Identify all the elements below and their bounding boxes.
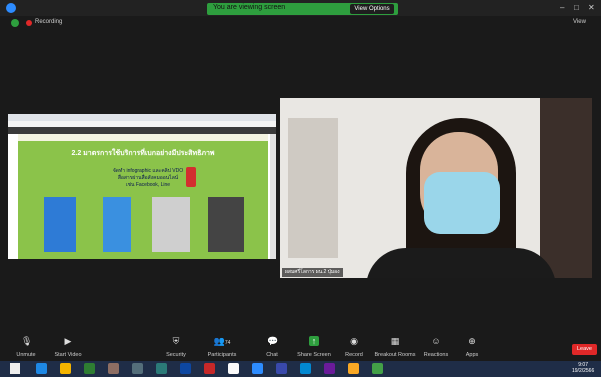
reactions-icon: ☺ (431, 336, 441, 346)
apps-label: Apps (465, 352, 479, 358)
chat-icon: 💬 (267, 336, 279, 346)
participants-icon: 👥74 (213, 336, 231, 346)
status-row: Recording View (0, 16, 601, 30)
share-banner-text: You are viewing screen (213, 4, 286, 11)
share-screen-label: Share Screen (297, 352, 331, 358)
shared-screen[interactable]: 2.2 มาตรการใช้บริการที่เบกอย่างมีประสิทธ… (8, 114, 276, 259)
recording-label: Recording (35, 19, 63, 25)
meeting-toolbar: 🎙 Unmute ▶ Start Video ⛨ Security 👥74 Pa… (0, 334, 601, 361)
slide-image (103, 197, 131, 252)
app-icon[interactable] (276, 363, 287, 374)
edge-icon[interactable] (36, 363, 47, 374)
participant-video[interactable]: ผสมศรี่โลการ ผน.2 ปุ่มอง (280, 98, 592, 278)
chat-button[interactable]: 💬 Chat (250, 336, 294, 358)
unmute-label: Unmute (16, 352, 36, 358)
minimize-icon[interactable]: – (560, 3, 564, 12)
share-banner: You are viewing screen View Options (207, 3, 398, 15)
slide-image (44, 197, 76, 252)
title-bar: You are viewing screen View Options – □ … (0, 0, 601, 16)
windows-taskbar: 9:07 19/2/2566 (0, 361, 601, 377)
background-door (288, 118, 338, 258)
app-icon[interactable] (300, 363, 311, 374)
close-icon[interactable]: ✕ (588, 3, 595, 12)
participants-count: 74 (224, 340, 231, 346)
record-label: Record (345, 352, 363, 358)
record-icon: ◉ (350, 336, 358, 346)
pdf-scrollbar[interactable] (270, 134, 276, 259)
pdf-toolbar (8, 127, 276, 134)
apps-icon: ⊕ (468, 336, 476, 346)
breakout-rooms-label: Breakout Rooms (374, 352, 416, 358)
app-icon[interactable] (324, 363, 335, 374)
record-button[interactable]: ◉ Record (332, 336, 376, 358)
view-options-button[interactable]: View Options (350, 4, 394, 14)
share-screen-button[interactable]: ↑ Share Screen (292, 336, 336, 358)
participants-label: Participants (207, 352, 237, 358)
presentation-slide: 2.2 มาตรการใช้บริการที่เบกอย่างมีประสิทธ… (18, 134, 268, 259)
app-icon[interactable] (156, 363, 167, 374)
video-off-icon: ▶ (64, 336, 72, 346)
recording-icon (26, 20, 32, 26)
start-video-label: Start Video (54, 352, 82, 358)
app-icon[interactable] (132, 363, 143, 374)
explorer-icon[interactable] (108, 363, 119, 374)
view-button[interactable]: View (573, 19, 586, 25)
photoshop-icon[interactable] (180, 363, 191, 374)
excel-icon[interactable] (84, 363, 95, 374)
chat-label: Chat (266, 352, 278, 358)
share-screen-icon: ↑ (309, 336, 319, 346)
line-icon[interactable] (372, 363, 383, 374)
shield-icon: ⛨ (172, 336, 180, 346)
windows-start-icon[interactable] (10, 363, 20, 374)
apps-button[interactable]: ⊕ Apps (450, 336, 494, 358)
leave-button[interactable]: Leave (572, 344, 597, 355)
breakout-rooms-button[interactable]: ▦ Breakout Rooms (373, 336, 417, 358)
breakout-rooms-icon: ▦ (390, 336, 400, 346)
microphone-muted-icon: 🎙 (21, 336, 33, 346)
start-video-button[interactable]: ▶ Start Video (46, 336, 90, 358)
zoom-logo-icon (6, 3, 16, 13)
acrobat-icon[interactable] (204, 363, 215, 374)
zoom-icon[interactable] (252, 363, 263, 374)
participant-name-tag: ผสมศรี่โลการ ผน.2 ปุ่มอง (282, 268, 343, 277)
clock-date: 19/2/2566 (572, 368, 595, 374)
shield-icon[interactable] (11, 19, 19, 27)
unmute-button[interactable]: 🎙 Unmute (4, 336, 48, 358)
slide-image (208, 197, 244, 252)
security-label: Security (166, 352, 186, 358)
participant-body (366, 248, 556, 278)
security-button[interactable]: ⛨ Security (154, 336, 198, 358)
face-mask (424, 172, 500, 234)
bottle-image (186, 167, 196, 187)
browser-tab-strip (8, 114, 276, 121)
maximize-icon[interactable]: □ (574, 3, 579, 12)
chrome-icon[interactable] (60, 363, 71, 374)
app-icon[interactable] (228, 363, 239, 374)
participants-button[interactable]: 👥74 Participants (200, 336, 244, 358)
taskbar-clock[interactable]: 9:07 19/2/2566 (572, 362, 594, 374)
slide-title: 2.2 มาตรการใช้บริการที่เบกอย่างมีประสิทธ… (71, 150, 215, 157)
background-wall (540, 98, 592, 278)
slide-header-strip (18, 134, 268, 141)
slide-image (152, 197, 190, 252)
folder-icon[interactable] (348, 363, 359, 374)
